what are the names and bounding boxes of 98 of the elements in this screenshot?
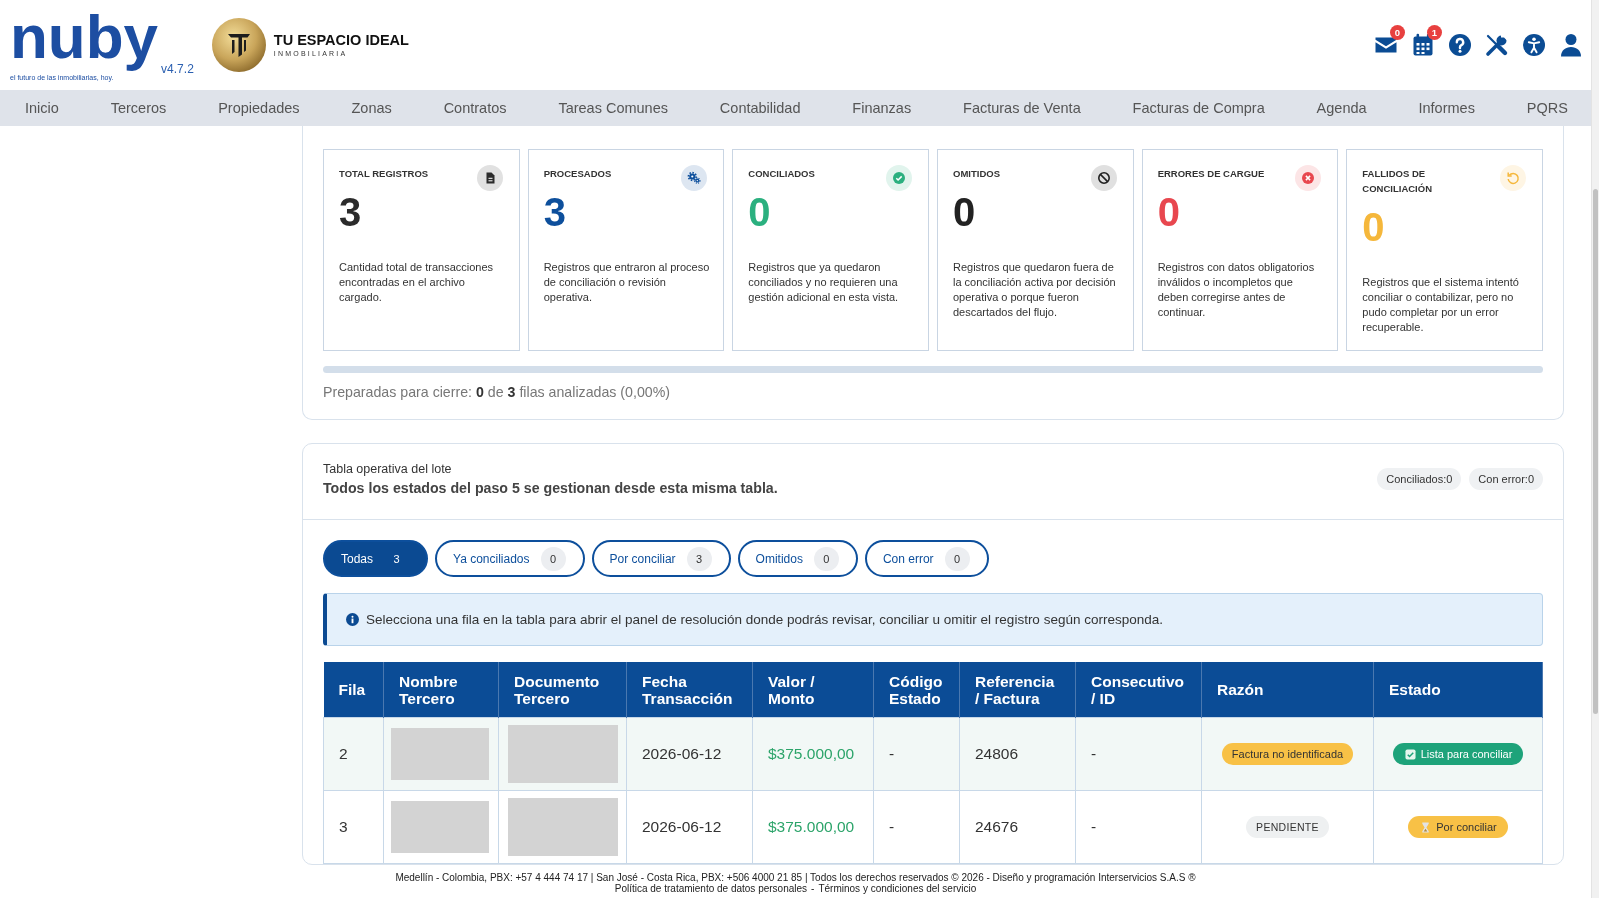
table-row[interactable]: 3 2026-06-12 $375.000,00 - 24676 - PENDIENTE Por conciliar	[323, 790, 1543, 864]
count-badge: 0	[813, 546, 839, 571]
filter-tab[interactable]: Por conciliar 3	[591, 540, 731, 577]
summary-badge: Conciliados:0	[1377, 468, 1462, 490]
filter-tab[interactable]: Omitidos 0	[737, 540, 858, 577]
nav-link[interactable]: Propiedades	[218, 100, 300, 116]
emblem-icon	[211, 18, 266, 72]
count-label: 3	[392, 551, 401, 567]
nav-link[interactable]: Terceros	[110, 100, 167, 116]
count-badge: 3	[686, 546, 712, 571]
stat-title: CONCILIADOS	[748, 167, 815, 181]
column-header: Consecutivo / ID	[1075, 662, 1202, 718]
x-circle-icon	[1295, 165, 1322, 191]
stat-title: TOTAL REGISTROS	[339, 167, 429, 181]
check-square-icon	[1404, 748, 1416, 760]
table-cell: 24676	[959, 790, 1076, 864]
info-icon	[346, 613, 359, 626]
table-cell: -	[1075, 717, 1202, 791]
reason-badge: PENDIENTE	[1246, 816, 1329, 838]
notification-badge: 1	[1427, 25, 1442, 40]
nav-link[interactable]: Contratos	[443, 100, 507, 116]
nav-link[interactable]: Agenda	[1316, 100, 1367, 116]
column-header: Estado	[1373, 662, 1543, 718]
table-cell: 3	[323, 790, 384, 864]
info-text: Selecciona una fila en la tabla para abrir el panel de resolución donde podrás revisar, conciliar u omitir el registro según corresponda.	[366, 612, 1163, 627]
stat-value: 0	[953, 190, 976, 234]
stat-description: Registros que el sistema intentó conciliar o contabilizar, pero no pudo completar por un error recuperable.	[1362, 275, 1520, 335]
panel-title: Tabla operativa del lote	[323, 461, 453, 478]
column-header: Fila	[323, 662, 384, 718]
stat-title: OMITIDOS	[953, 167, 1000, 181]
table-cell: -	[873, 790, 960, 864]
filter-tab[interactable]: Con error 0	[864, 540, 989, 577]
nav-link[interactable]: Finanzas	[852, 100, 912, 116]
ban-icon	[1090, 165, 1117, 191]
summary-badge: Con error:0	[1469, 468, 1543, 490]
progress-caption: Preparadas para cierre: 0 de 3 filas analizadas (0,00%)	[323, 383, 672, 402]
nav-link[interactable]: Tareas Comunes	[558, 100, 668, 116]
column-header: Referencia / Factura	[959, 662, 1076, 718]
separator-text: -	[811, 883, 815, 894]
undo-icon	[1500, 165, 1526, 191]
stat-description: Registros con datos obligatorios inválidos o incompletos que deben corregirse antes de continuar.	[1157, 260, 1316, 320]
footer-text: Medellín - Colombia, PBX: +57 4 444 74 17 | San José - Costa Rica, PBX: +506 4000 21 85 | Todos los derechos reservados © 2026 - Diseño y programación Interservicios S.A.S ®	[395, 872, 1196, 883]
stat-description: Cantidad total de transacciones encontradas en el archivo cargado.	[339, 260, 495, 305]
stat-value: 3	[339, 190, 362, 234]
nav-link[interactable]: Informes	[1418, 100, 1475, 116]
nav-link[interactable]: PQRS	[1526, 100, 1568, 116]
column-header: Nombre Tercero	[383, 662, 499, 718]
stat-value: 3	[543, 190, 566, 234]
reason-badge: Factura no identificada	[1221, 743, 1354, 765]
status-label: Por conciliar	[1436, 820, 1497, 834]
table-cell: $375.000,00	[752, 717, 874, 791]
scrollbar[interactable]	[1591, 0, 1599, 898]
nav-link[interactable]: Inicio	[25, 100, 59, 116]
stat-value: 0	[1157, 190, 1180, 234]
tools-icon[interactable]	[1485, 33, 1509, 57]
table-cell: 24806	[959, 717, 1076, 791]
column-header: Código Estado	[873, 662, 960, 718]
column-header: Documento Tercero	[498, 662, 627, 718]
user-icon[interactable]	[1559, 33, 1583, 57]
count-badge: 0	[540, 546, 566, 571]
filter-tab[interactable]: Todas 3	[323, 540, 429, 577]
status-label: Lista para conciliar	[1420, 747, 1513, 761]
notification-badge: 0	[1390, 25, 1405, 40]
nav-link[interactable]: Contabilidad	[719, 100, 801, 116]
table-row[interactable]: 2 2026-06-12 $375.000,00 - 24806 - Factura no identificada Lista para conciliar	[323, 717, 1543, 791]
table-cell: -	[1075, 790, 1202, 864]
filter-tab[interactable]: Ya conciliados 0	[435, 540, 585, 577]
help-icon[interactable]	[1448, 33, 1472, 57]
panel-subtitle: Todos los estados del paso 5 se gestionan desde esta misma tabla.	[323, 479, 778, 498]
check-circle-icon	[886, 165, 912, 191]
table-cell: -	[873, 717, 960, 791]
gears-icon	[681, 165, 708, 191]
column-header: Valor / Monto	[752, 662, 874, 718]
table-cell: 2026-06-12	[626, 790, 753, 864]
footer-link[interactable]: Política de tratamiento de datos personales	[614, 883, 808, 894]
stat-description: Registros que ya quedaron conciliados y no requieren una gestión adicional en esta vista.	[748, 260, 900, 305]
column-header: Razón	[1201, 662, 1374, 718]
table-cell: 2	[323, 717, 384, 791]
stat-value: 0	[748, 190, 771, 234]
stat-description: Registros que quedaron fuera de la conciliación activa por decisión operativa o porque fueron descartados del flujo.	[953, 260, 1117, 320]
stat-value: 0	[1362, 205, 1385, 249]
nav-link[interactable]: Facturas de Venta	[963, 100, 1081, 116]
stat-title: ERRORES DE CARGUE	[1157, 167, 1265, 181]
version-label: v4.7.2	[161, 62, 194, 76]
nav-link[interactable]: Facturas de Compra	[1132, 100, 1265, 116]
table-cell: 2026-06-12	[626, 717, 753, 791]
company-name: TU ESPACIO IDEAL	[273, 32, 409, 49]
stat-description: Registros que entraron al proceso de conciliación o revisión operativa.	[543, 260, 711, 305]
count-badge: 0	[944, 546, 970, 571]
table-cell: $375.000,00	[752, 790, 874, 864]
hourglass-icon	[1420, 821, 1432, 833]
accessibility-icon[interactable]	[1522, 33, 1546, 57]
nav-link[interactable]: Zonas	[351, 100, 392, 116]
footer-link[interactable]: Términos y condiciones del servicio	[818, 883, 977, 894]
column-header: Fecha Transacción	[626, 662, 753, 718]
stat-title: FALLIDOS DE CONCILIACIÓN	[1362, 167, 1433, 196]
stat-title: PROCESADOS	[543, 167, 612, 181]
document-icon	[476, 165, 503, 191]
